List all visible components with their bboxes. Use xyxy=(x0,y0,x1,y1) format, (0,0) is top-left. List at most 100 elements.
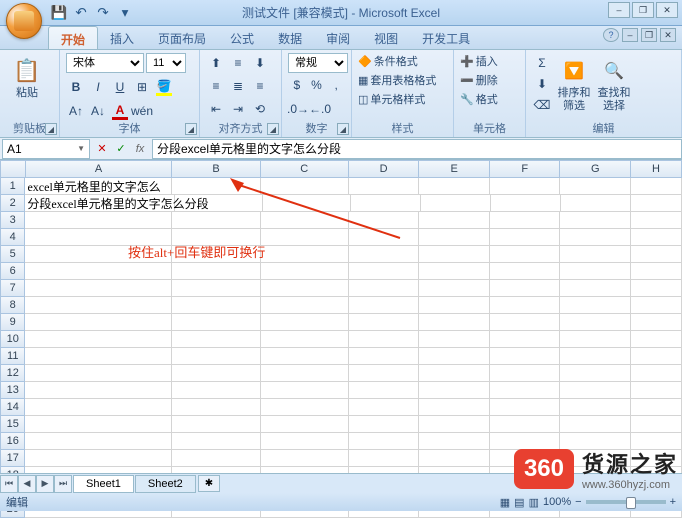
tab-2[interactable]: 页面布局 xyxy=(146,26,218,49)
row-header-10[interactable]: 10 xyxy=(0,331,25,348)
cell-styles-button[interactable]: ◫单元格样式 xyxy=(358,91,447,107)
row-header-16[interactable]: 16 xyxy=(0,433,25,450)
paste-button[interactable]: 📋 粘贴 xyxy=(6,53,48,100)
row-header-6[interactable]: 6 xyxy=(0,263,25,280)
cell-C14[interactable] xyxy=(261,399,349,416)
cell-B12[interactable] xyxy=(172,365,260,382)
cell-E9[interactable] xyxy=(419,314,490,331)
italic-button[interactable]: I xyxy=(88,77,108,97)
cell-H3[interactable] xyxy=(631,212,682,229)
view-pagebreak-button[interactable]: ▥ xyxy=(529,496,539,509)
cell-E10[interactable] xyxy=(419,331,490,348)
cell-H8[interactable] xyxy=(631,297,682,314)
cell-A4[interactable] xyxy=(25,229,172,246)
cell-G8[interactable] xyxy=(560,297,631,314)
cell-D6[interactable] xyxy=(349,263,420,280)
cell-E13[interactable] xyxy=(419,382,490,399)
cell-E17[interactable] xyxy=(419,450,490,467)
cell-D16[interactable] xyxy=(349,433,420,450)
row-header-2[interactable]: 2 xyxy=(0,195,25,212)
cell-C4[interactable] xyxy=(261,229,349,246)
cell-C5[interactable] xyxy=(261,246,349,263)
clear-button[interactable]: ⌫ xyxy=(532,95,552,115)
qat-more-icon[interactable]: ▾ xyxy=(116,4,134,22)
cell-B9[interactable] xyxy=(172,314,260,331)
col-header-D[interactable]: D xyxy=(349,160,420,178)
cell-E15[interactable] xyxy=(419,416,490,433)
col-header-A[interactable]: A xyxy=(26,160,173,178)
cell-A17[interactable] xyxy=(25,450,172,467)
cell-C11[interactable] xyxy=(261,348,349,365)
enter-formula-icon[interactable]: ✓ xyxy=(112,140,130,158)
cell-C12[interactable] xyxy=(261,365,349,382)
col-header-E[interactable]: E xyxy=(419,160,490,178)
name-box[interactable]: A1▼ xyxy=(2,139,90,159)
cell-D11[interactable] xyxy=(349,348,420,365)
cell-B6[interactable] xyxy=(172,263,260,280)
fill-color-button[interactable]: 🪣 xyxy=(154,77,174,97)
cell-G2[interactable] xyxy=(561,195,631,212)
row-header-8[interactable]: 8 xyxy=(0,297,25,314)
border-button[interactable]: ⊞ xyxy=(132,77,152,97)
cell-G12[interactable] xyxy=(560,365,631,382)
orientation-button[interactable]: ⟲ xyxy=(250,99,270,119)
redo-icon[interactable]: ↷ xyxy=(94,4,112,22)
cell-A7[interactable] xyxy=(25,280,172,297)
cell-E2[interactable] xyxy=(421,195,491,212)
cell-H11[interactable] xyxy=(631,348,682,365)
cell-C10[interactable] xyxy=(261,331,349,348)
cell-C8[interactable] xyxy=(261,297,349,314)
tab-4[interactable]: 数据 xyxy=(266,26,314,49)
cell-H10[interactable] xyxy=(631,331,682,348)
prev-sheet-button[interactable]: ◀ xyxy=(18,475,36,493)
col-header-C[interactable]: C xyxy=(261,160,349,178)
zoom-level[interactable]: 100% xyxy=(543,496,571,508)
cell-D14[interactable] xyxy=(349,399,420,416)
cell-D12[interactable] xyxy=(349,365,420,382)
row-header-12[interactable]: 12 xyxy=(0,365,25,382)
tab-3[interactable]: 公式 xyxy=(218,26,266,49)
cell-F10[interactable] xyxy=(490,331,561,348)
cell-E5[interactable] xyxy=(419,246,490,263)
cell-A6[interactable] xyxy=(25,263,172,280)
cell-F14[interactable] xyxy=(490,399,561,416)
select-all-corner[interactable] xyxy=(0,160,26,178)
cell-G6[interactable] xyxy=(560,263,631,280)
cell-G15[interactable] xyxy=(560,416,631,433)
view-normal-button[interactable]: ▦ xyxy=(500,496,510,509)
fill-button[interactable]: ⬇ xyxy=(532,74,552,94)
col-header-H[interactable]: H xyxy=(631,160,682,178)
cell-A2[interactable]: 分段excel单元格里的文字怎么分段 xyxy=(25,195,175,212)
cell-F4[interactable] xyxy=(490,229,561,246)
zoom-slider[interactable] xyxy=(586,500,666,504)
font-color-button[interactable]: A xyxy=(110,101,130,121)
tab-5[interactable]: 审阅 xyxy=(314,26,362,49)
align-top-button[interactable]: ⬆ xyxy=(206,53,226,73)
cell-E3[interactable] xyxy=(419,212,490,229)
decrease-font-button[interactable]: A↓ xyxy=(88,101,108,121)
percent-button[interactable]: % xyxy=(308,75,326,95)
format-table-button[interactable]: ▦套用表格格式 xyxy=(358,72,447,88)
cell-D4[interactable] xyxy=(349,229,420,246)
cell-B17[interactable] xyxy=(172,450,260,467)
col-header-B[interactable]: B xyxy=(172,160,260,178)
fx-icon[interactable]: fx xyxy=(131,140,149,158)
decrease-decimal-button[interactable]: ←.0 xyxy=(310,99,330,119)
cell-G4[interactable] xyxy=(560,229,631,246)
cell-A14[interactable] xyxy=(25,399,172,416)
increase-indent-button[interactable]: ⇥ xyxy=(228,99,248,119)
number-format-combo[interactable]: 常规 xyxy=(288,53,348,73)
maximize-button[interactable]: ❐ xyxy=(632,2,654,18)
increase-font-button[interactable]: A↑ xyxy=(66,101,86,121)
cell-F1[interactable] xyxy=(490,178,561,195)
cell-E16[interactable] xyxy=(419,433,490,450)
formula-input[interactable] xyxy=(152,139,682,159)
cell-H7[interactable] xyxy=(631,280,682,297)
cell-C3[interactable] xyxy=(261,212,349,229)
row-header-17[interactable]: 17 xyxy=(0,450,25,467)
cell-D5[interactable] xyxy=(349,246,420,263)
tab-7[interactable]: 开发工具 xyxy=(410,26,482,49)
cell-H15[interactable] xyxy=(631,416,682,433)
conditional-format-button[interactable]: 🔶条件格式 xyxy=(358,53,447,69)
cell-F12[interactable] xyxy=(490,365,561,382)
